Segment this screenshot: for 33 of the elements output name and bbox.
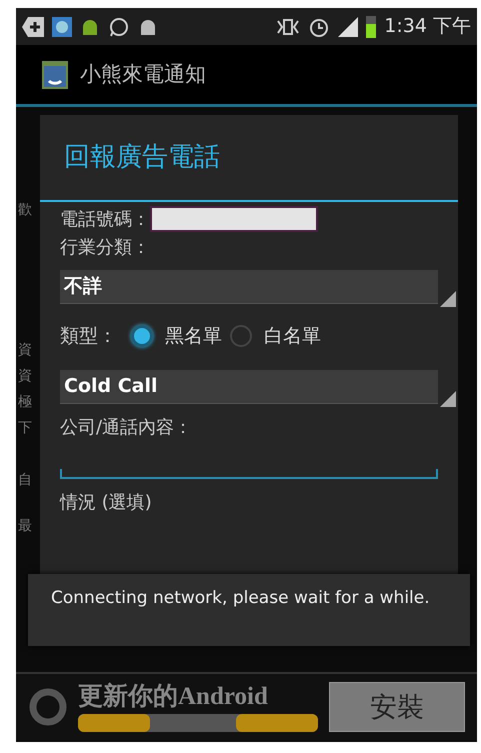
app-icon [52, 16, 72, 36]
ad-text: 更新你的Android [78, 682, 269, 712]
app-title: 小熊來電通知 [80, 60, 206, 88]
radio-button[interactable] [131, 325, 153, 347]
background-text: 資 [18, 341, 33, 360]
background-text: 資 [18, 367, 33, 386]
ring-icon [28, 687, 68, 727]
vibrate-icon [276, 16, 300, 36]
install-button[interactable]: 安裝 [329, 682, 465, 732]
phone-app-icon [42, 60, 68, 88]
field-label: 電話號碼： [60, 208, 150, 232]
plus-icon [22, 16, 44, 36]
dropdown-corner-icon [440, 291, 456, 307]
radio-label: 黑名單 [165, 324, 222, 349]
background-text: 最 [18, 517, 33, 536]
background-text: 極 [18, 393, 33, 412]
signal-icon [338, 16, 358, 36]
background-text: 自 [18, 471, 33, 490]
background-text: 下 [18, 419, 33, 438]
dialog-title: 回報廣告電話 [64, 141, 220, 174]
battery-icon [366, 16, 376, 38]
field-label: 類型： [60, 324, 117, 349]
phone-input-field[interactable] [150, 206, 318, 232]
status-time: 1:34 下午 [384, 14, 471, 40]
field-label: 行業分類： [60, 236, 151, 260]
dropdown-corner-icon [440, 391, 456, 407]
field-label: 公司/通話內容： [60, 416, 194, 440]
radio-label: 白名單 [264, 324, 321, 349]
content-input-field[interactable] [60, 469, 438, 479]
field-label: 情況 (選填) [60, 491, 153, 515]
background-text: 歡 [18, 201, 33, 220]
radio-button[interactable] [230, 325, 252, 347]
toast-message: Connecting network, please wait for a while. [51, 588, 431, 609]
